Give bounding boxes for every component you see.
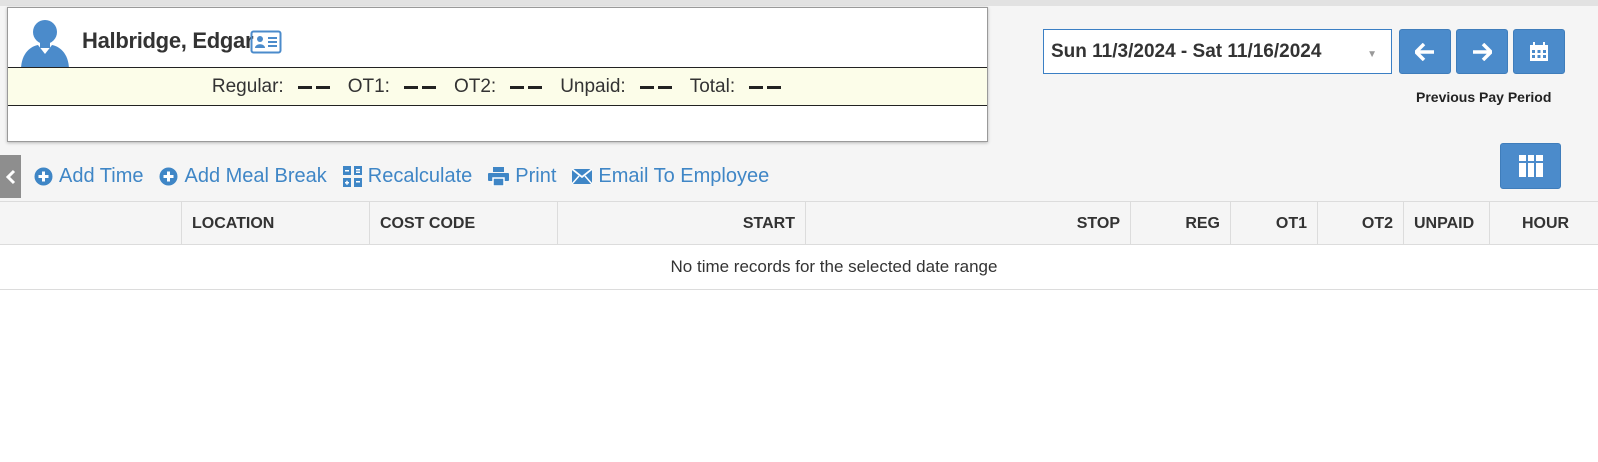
previous-period-button[interactable]: [1399, 29, 1451, 74]
summary-total: Total:: [690, 76, 783, 98]
summary-label: OT1:: [347, 75, 390, 97]
email-employee-button[interactable]: Email To Employee: [572, 165, 769, 188]
add-time-label: Add Time: [59, 164, 144, 187]
chevron-left-icon: [5, 169, 15, 184]
summary-value-empty: [749, 81, 783, 93]
employee-name: Halbridge, Edgar: [82, 28, 254, 53]
column-header-unpaid[interactable]: UNPAID: [1403, 202, 1489, 245]
column-header-start[interactable]: START: [557, 202, 805, 245]
column-header-cost-code[interactable]: COST CODE: [369, 202, 557, 245]
column-header-ot1[interactable]: OT1: [1230, 202, 1317, 245]
summary-label: Total:: [689, 75, 736, 97]
grid-columns-icon: [1518, 155, 1543, 177]
time-records-table: LOCATION COST CODE START STOP REG OT1 OT…: [0, 201, 1598, 462]
plus-circle-icon: [159, 167, 178, 185]
action-toolbar: Add Time Add Meal Break Recalculate Prin…: [34, 160, 785, 192]
recalculate-button[interactable]: Recalculate: [342, 164, 473, 188]
recalculate-label: Recalculate: [367, 164, 473, 187]
calendar-icon: [1530, 41, 1548, 61]
envelope-icon: [572, 168, 593, 184]
summary-value-empty: [639, 81, 674, 93]
print-button[interactable]: Print: [488, 165, 556, 188]
table-header: LOCATION COST CODE START STOP REG OT1 OT…: [0, 201, 1598, 245]
user-silhouette-icon: [21, 20, 69, 70]
pay-period-select[interactable]: Sun 11/3/2024 - Sat 11/16/2024 ▼: [1043, 29, 1392, 74]
arrow-right-icon: [1473, 42, 1492, 61]
id-card-icon[interactable]: [250, 30, 282, 54]
previous-pay-period-label: Previous Pay Period: [1416, 89, 1552, 105]
summary-label: Unpaid:: [560, 75, 626, 97]
hours-summary: Regular: OT1: OT2: Unpaid: Total:: [8, 67, 987, 106]
plus-circle-icon: [34, 167, 53, 185]
top-border: [0, 0, 1598, 6]
column-header-stop[interactable]: STOP: [805, 202, 1130, 245]
column-header-reg[interactable]: REG: [1130, 202, 1230, 245]
summary-regular: Regular:: [212, 76, 332, 98]
printer-icon: [488, 166, 510, 186]
summary-unpaid: Unpaid:: [560, 76, 674, 98]
add-meal-break-button[interactable]: Add Meal Break: [159, 164, 327, 188]
column-header-ot2[interactable]: OT2: [1317, 202, 1403, 245]
add-meal-break-label: Add Meal Break: [184, 164, 327, 187]
calendar-button[interactable]: [1513, 29, 1565, 74]
arrow-left-icon: [1415, 42, 1434, 61]
next-period-button[interactable]: [1456, 29, 1508, 74]
email-employee-label: Email To Employee: [598, 164, 770, 187]
column-header-hours[interactable]: HOUR: [1489, 202, 1598, 245]
calculator-icon: [342, 165, 362, 187]
summary-label: Regular:: [211, 75, 284, 97]
column-header-location[interactable]: LOCATION: [181, 202, 369, 245]
pay-period-value: Sun 11/3/2024 - Sat 11/16/2024: [1051, 41, 1322, 62]
print-label: Print: [515, 164, 557, 187]
summary-label: OT2:: [453, 75, 497, 97]
column-chooser-button[interactable]: [1500, 143, 1561, 189]
summary-ot2: OT2:: [454, 76, 544, 98]
summary-value-empty: [510, 81, 544, 93]
summary-value-empty: [297, 81, 332, 93]
empty-table-message: No time records for the selected date ra…: [0, 245, 1598, 290]
employee-card: Halbridge, Edgar Regular: OT1: OT2: Unpa…: [7, 7, 988, 142]
summary-value-empty: [403, 81, 438, 93]
add-time-button[interactable]: Add Time: [34, 165, 143, 188]
summary-ot1: OT1:: [348, 76, 438, 98]
dropdown-arrow-icon: ▼: [1367, 49, 1377, 60]
collapse-panel-tab[interactable]: [0, 155, 21, 198]
